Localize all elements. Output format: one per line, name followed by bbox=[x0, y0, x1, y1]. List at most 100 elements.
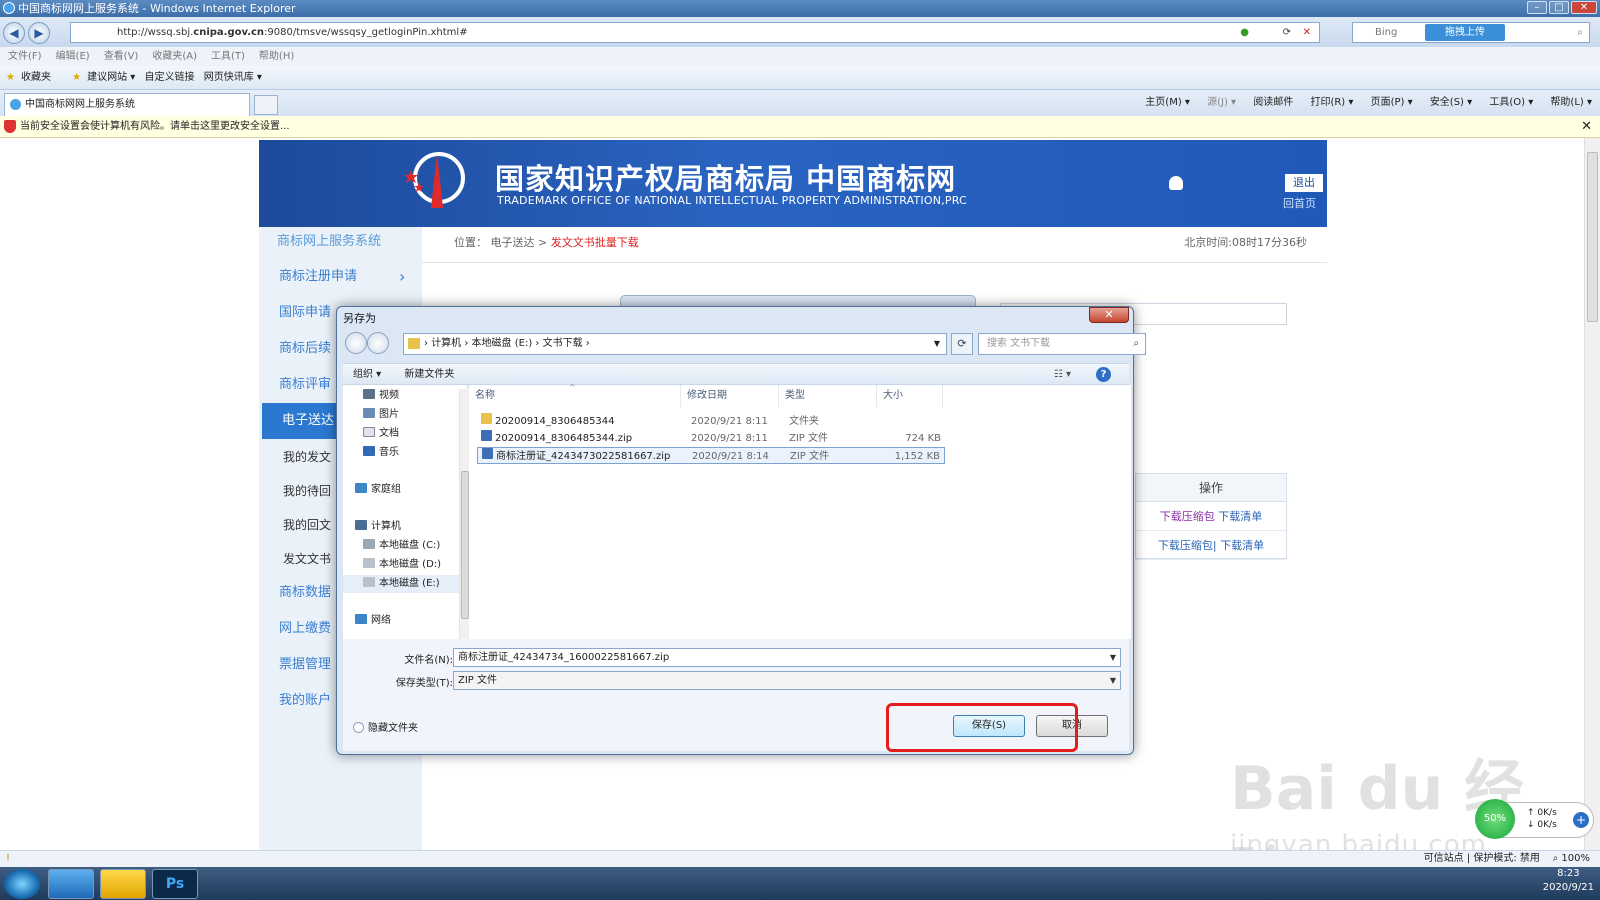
zoom-level[interactable]: 100% bbox=[1561, 853, 1590, 864]
menu-help[interactable]: 帮助(H) bbox=[259, 51, 294, 62]
tree-scrollbar[interactable] bbox=[459, 389, 469, 639]
path-computer[interactable]: 计算机 bbox=[431, 338, 461, 349]
tree-item-network[interactable]: 网络 bbox=[355, 612, 391, 630]
tree-item-computer[interactable]: 计算机 bbox=[355, 518, 401, 536]
tree-item-music[interactable]: 音乐 bbox=[363, 444, 399, 462]
organize-button[interactable]: 组织 ▾ bbox=[353, 369, 381, 380]
file-row[interactable]: 20200914_8306485344.zip 2020/9/21 8:11 Z… bbox=[477, 430, 945, 447]
sidebar-item-registration[interactable]: 商标注册申请 › bbox=[259, 259, 422, 295]
minimize-button[interactable]: – bbox=[1527, 1, 1547, 14]
suggested-sites[interactable]: 建议网站 ▾ bbox=[87, 72, 135, 83]
tree-item-drive-c[interactable]: 本地磁盘 (C:) bbox=[363, 537, 440, 555]
search-icon[interactable]: ⌕ bbox=[1133, 334, 1139, 354]
tree-item-documents[interactable]: 文档 bbox=[363, 425, 399, 443]
wechat-taskbar-icon[interactable] bbox=[100, 869, 146, 899]
custom-links[interactable]: 自定义链接 bbox=[145, 72, 195, 83]
page-command[interactable]: 页面(P) ▾ bbox=[1371, 97, 1413, 108]
tree-scrollbar-thumb[interactable] bbox=[461, 471, 469, 619]
path-folder[interactable]: 文书下载 bbox=[543, 338, 583, 349]
column-size[interactable]: 大小 bbox=[877, 385, 943, 407]
search-icon[interactable]: ⌕ bbox=[1577, 23, 1583, 42]
stop-icon[interactable]: ✕ bbox=[1303, 23, 1311, 42]
back-button[interactable]: ◀ bbox=[3, 22, 25, 44]
windows-taskbar: Ps 8:23 2020/9/21 bbox=[0, 867, 1600, 900]
help-command[interactable]: 帮助(L) ▾ bbox=[1550, 97, 1592, 108]
system-tray[interactable]: 8:23 2020/9/21 bbox=[1543, 867, 1594, 895]
menu-view[interactable]: 查看(V) bbox=[104, 51, 139, 62]
maximize-button[interactable]: □ bbox=[1549, 1, 1569, 14]
download-list-link[interactable]: 下载清单 bbox=[1220, 539, 1264, 552]
menu-edit[interactable]: 编辑(E) bbox=[56, 51, 90, 62]
dialog-search-input[interactable]: 搜索 文书下载 ⌕ bbox=[978, 333, 1146, 355]
file-row[interactable]: 20200914_8306485344 2020/9/21 8:11 文件夹 bbox=[477, 413, 945, 430]
network-speed-widget[interactable]: 50% ↑ 0K/s ↓ 0K/s + bbox=[1475, 799, 1594, 839]
tree-item-homegroup[interactable]: 家庭组 bbox=[355, 481, 401, 499]
scrollbar-thumb[interactable] bbox=[1587, 152, 1598, 322]
dialog-back-button[interactable] bbox=[345, 332, 367, 354]
compat-icon[interactable]: ● bbox=[1240, 23, 1249, 42]
read-mail-command[interactable]: 阅读邮件 bbox=[1253, 97, 1293, 108]
menu-favorites[interactable]: 收藏夹(A) bbox=[152, 51, 197, 62]
download-zip-link[interactable]: 下载压缩包| bbox=[1158, 539, 1217, 552]
refresh-icon[interactable]: ⟳ bbox=[1283, 23, 1291, 42]
network-icon bbox=[355, 614, 367, 624]
url-host: cnipa.gov.cn bbox=[193, 27, 265, 38]
page-scrollbar[interactable] bbox=[1584, 138, 1600, 850]
start-button[interactable] bbox=[4, 869, 40, 899]
warning-icon: ! bbox=[6, 853, 11, 864]
home-command[interactable]: 主页(M) ▾ bbox=[1145, 97, 1190, 108]
chevron-down-icon[interactable]: ▼ bbox=[1110, 672, 1116, 689]
dialog-refresh-button[interactable]: ⟳ bbox=[951, 333, 973, 355]
file-name: 20200914_8306485344.zip bbox=[495, 433, 633, 444]
add-favorite-icon[interactable]: ★ bbox=[72, 72, 81, 83]
logout-button[interactable]: 退出 bbox=[1285, 174, 1323, 192]
browser-tab[interactable]: 中国商标网网上服务系统 bbox=[4, 93, 250, 116]
safety-command[interactable]: 安全(S) ▾ bbox=[1430, 97, 1472, 108]
close-window-button[interactable]: ✕ bbox=[1571, 1, 1597, 14]
address-bar[interactable]: http://wssq.sbj.cnipa.gov.cn:9080/tmsve/… bbox=[70, 22, 1320, 43]
chevron-down-icon[interactable]: ▼ bbox=[1110, 649, 1116, 666]
video-library-icon bbox=[363, 389, 375, 399]
tools-command[interactable]: 工具(O) ▾ bbox=[1489, 97, 1533, 108]
forward-button[interactable]: ▶ bbox=[28, 22, 50, 44]
upload-button[interactable]: 拖拽上传 bbox=[1425, 24, 1505, 41]
favorites-button[interactable]: 收藏夹 bbox=[21, 72, 51, 83]
path-dropdown-icon[interactable]: ▼ bbox=[934, 334, 940, 354]
help-icon[interactable]: ? bbox=[1096, 367, 1111, 382]
menu-file[interactable]: 文件(F) bbox=[8, 51, 42, 62]
info-bar-text[interactable]: 当前安全设置会使计算机有风险。请单击这里更改安全设置... bbox=[20, 121, 290, 132]
tree-item-drive-d[interactable]: 本地磁盘 (D:) bbox=[363, 556, 441, 574]
ie-taskbar-icon[interactable] bbox=[48, 869, 94, 899]
print-command[interactable]: 打印(R) ▾ bbox=[1310, 97, 1353, 108]
home-link[interactable]: 回首页 bbox=[1283, 195, 1316, 211]
column-date[interactable]: 修改日期 bbox=[681, 385, 779, 407]
view-options-button[interactable]: ☷ ▾ bbox=[1054, 364, 1071, 386]
hide-folders-toggle[interactable]: 隐藏文件夹 bbox=[353, 719, 418, 734]
tree-item-videos[interactable]: 视频 bbox=[363, 387, 399, 405]
path-drive-e[interactable]: 本地磁盘 (E:) bbox=[472, 338, 533, 349]
download-list-link[interactable]: 下载清单 bbox=[1218, 510, 1262, 523]
feeds-command[interactable]: 源(J) ▾ bbox=[1207, 97, 1236, 108]
photoshop-taskbar-icon[interactable]: Ps bbox=[152, 869, 198, 899]
download-zip-link[interactable]: 下载压缩包 bbox=[1160, 510, 1215, 523]
pictures-library-icon bbox=[363, 408, 375, 418]
new-tab-button[interactable] bbox=[254, 95, 278, 115]
accelerate-icon[interactable]: + bbox=[1573, 812, 1589, 828]
security-zone[interactable]: 可信站点 | 保护模式: 禁用 bbox=[1424, 853, 1540, 864]
path-breadcrumb[interactable]: › 计算机 › 本地磁盘 (E:) › 文书下载 › ▼ bbox=[403, 333, 947, 355]
new-folder-button[interactable]: 新建文件夹 bbox=[404, 369, 454, 380]
filename-input[interactable]: 商标注册证_42434734_1600022581667.zip ▼ bbox=[453, 648, 1121, 667]
column-name[interactable]: 名称 ^ bbox=[469, 383, 681, 407]
filetype-select[interactable]: ZIP 文件 ▼ bbox=[453, 671, 1121, 690]
tree-item-pictures[interactable]: 图片 bbox=[363, 406, 399, 424]
menu-tools[interactable]: 工具(T) bbox=[211, 51, 245, 62]
info-bar-close[interactable]: ✕ bbox=[1581, 116, 1592, 138]
breadcrumb: 位置： 电子送达 > 发文文书批量下载 北京时间:08时17分36秒 bbox=[422, 227, 1327, 263]
file-row-selected[interactable]: 商标注册证_4243473022581667.zip 2020/9/21 8:1… bbox=[477, 447, 945, 464]
web-slice-gallery[interactable]: 网页快讯库 ▾ bbox=[204, 72, 262, 83]
tree-item-drive-e[interactable]: 本地磁盘 (E:) bbox=[343, 575, 459, 593]
security-info-bar[interactable]: 当前安全设置会使计算机有风险。请单击这里更改安全设置... ✕ bbox=[0, 116, 1600, 138]
column-type[interactable]: 类型 bbox=[779, 385, 877, 407]
dialog-close-button[interactable]: ✕ bbox=[1089, 307, 1129, 323]
dialog-forward-button[interactable] bbox=[367, 332, 389, 354]
